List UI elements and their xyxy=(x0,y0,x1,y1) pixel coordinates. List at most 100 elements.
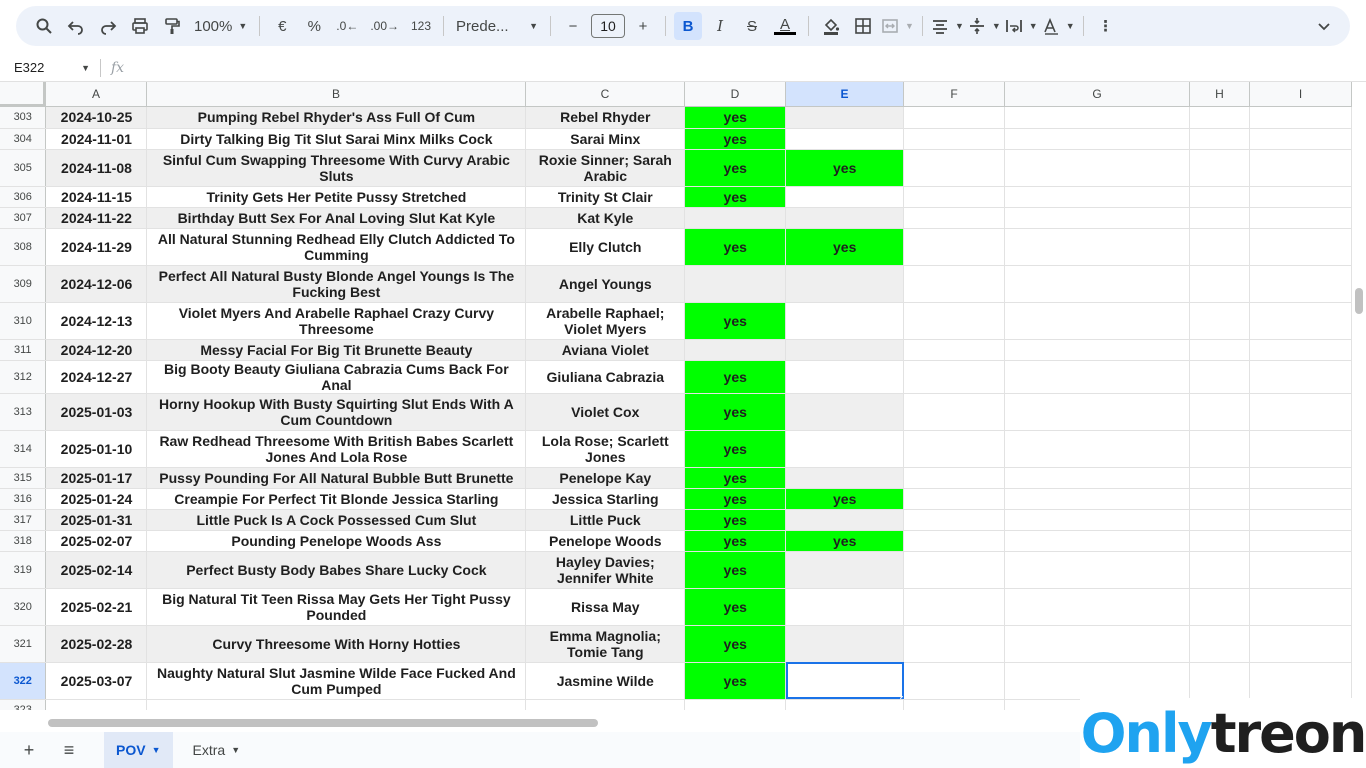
decrease-font-size-button[interactable]: − xyxy=(559,12,587,40)
cell-i[interactable] xyxy=(1249,360,1352,394)
cell-b[interactable]: Perfect All Natural Busty Blonde Angel Y… xyxy=(146,265,527,303)
cell-b[interactable]: All Natural Stunning Redhead Elly Clutch… xyxy=(146,228,527,266)
cell-h[interactable] xyxy=(1189,128,1250,150)
merge-cells-icon[interactable]: ▼ xyxy=(881,12,914,40)
cell-f[interactable] xyxy=(903,488,1006,510)
cell-c[interactable]: Roxie Sinner; Sarah Arabic xyxy=(525,149,686,187)
cell-g[interactable] xyxy=(1004,625,1191,663)
cell-h[interactable] xyxy=(1189,228,1250,266)
cell-d[interactable]: yes xyxy=(684,128,787,150)
cell-c[interactable]: Angel Youngs xyxy=(525,265,686,303)
cell-b[interactable]: Horny Hookup With Busty Squirting Slut E… xyxy=(146,393,527,431)
cell-f[interactable] xyxy=(903,430,1006,468)
cell-d[interactable]: yes xyxy=(684,149,787,187)
column-header-i[interactable]: I xyxy=(1250,82,1352,107)
cell-g[interactable] xyxy=(1004,302,1191,340)
cell-a[interactable]: 2024-11-01 xyxy=(45,128,148,150)
cell-h[interactable] xyxy=(1189,302,1250,340)
cell-c[interactable] xyxy=(525,699,686,710)
cell-d[interactable] xyxy=(684,265,787,303)
row-header[interactable]: 310 xyxy=(0,302,47,340)
row-header[interactable]: 306 xyxy=(0,186,47,208)
cell-f[interactable] xyxy=(903,662,1006,700)
cell-c[interactable]: Penelope Woods xyxy=(525,530,686,552)
cell-h[interactable] xyxy=(1189,186,1250,208)
row-header[interactable]: 309 xyxy=(0,265,47,303)
cell-h[interactable] xyxy=(1189,588,1250,626)
cell-h[interactable] xyxy=(1189,551,1250,589)
cell-a[interactable]: 2024-12-20 xyxy=(45,339,148,361)
currency-format-button[interactable]: € xyxy=(268,12,296,40)
row-header[interactable]: 316 xyxy=(0,488,47,510)
column-header-d[interactable]: D xyxy=(685,82,786,107)
cell-d[interactable]: yes xyxy=(684,625,787,663)
row-header[interactable]: 317 xyxy=(0,509,47,531)
cell-i[interactable] xyxy=(1249,551,1352,589)
cell-c[interactable]: Kat Kyle xyxy=(525,207,686,229)
cell-b[interactable] xyxy=(146,699,527,710)
cell-g[interactable] xyxy=(1004,530,1191,552)
cell-f[interactable] xyxy=(903,149,1006,187)
cell-f[interactable] xyxy=(903,207,1006,229)
cell-f[interactable] xyxy=(903,393,1006,431)
text-color-button[interactable]: A xyxy=(770,12,800,40)
cell-b[interactable]: Pounding Penelope Woods Ass xyxy=(146,530,527,552)
cell-d[interactable]: yes xyxy=(684,509,787,531)
column-header-b[interactable]: B xyxy=(147,82,526,107)
cell-b[interactable]: Naughty Natural Slut Jasmine Wilde Face … xyxy=(146,662,527,700)
text-wrapping-icon[interactable]: ▼ xyxy=(1005,12,1038,40)
vertical-scrollbar[interactable] xyxy=(1352,82,1366,710)
cell-i[interactable] xyxy=(1249,509,1352,531)
cell-e[interactable] xyxy=(785,588,905,626)
cell-a[interactable]: 2024-11-22 xyxy=(45,207,148,229)
cell-c[interactable]: Jessica Starling xyxy=(525,488,686,510)
cell-d[interactable]: yes xyxy=(684,588,787,626)
cell-i[interactable] xyxy=(1249,265,1352,303)
row-header[interactable]: 311 xyxy=(0,339,47,361)
cell-h[interactable] xyxy=(1189,662,1250,700)
cell-c[interactable]: Sarai Minx xyxy=(525,128,686,150)
fill-color-icon[interactable] xyxy=(817,12,845,40)
cell-e[interactable] xyxy=(785,662,905,700)
cell-i[interactable] xyxy=(1249,430,1352,468)
cell-e[interactable] xyxy=(785,107,905,129)
column-header-c[interactable]: C xyxy=(526,82,685,107)
print-icon[interactable] xyxy=(126,12,154,40)
cell-b[interactable]: Pussy Pounding For All Natural Bubble Bu… xyxy=(146,467,527,489)
cell-a[interactable]: 2025-02-28 xyxy=(45,625,148,663)
cell-a[interactable]: 2025-01-31 xyxy=(45,509,148,531)
select-all-corner[interactable] xyxy=(0,82,46,107)
cell-f[interactable] xyxy=(903,228,1006,266)
fill-handle[interactable] xyxy=(900,695,903,698)
cell-d[interactable]: yes xyxy=(684,530,787,552)
vertical-align-icon[interactable]: ▼ xyxy=(968,12,1001,40)
cell-a[interactable]: 2024-12-27 xyxy=(45,360,148,394)
cell-d[interactable]: yes xyxy=(684,228,787,266)
row-header[interactable]: 319 xyxy=(0,551,47,589)
cell-d[interactable] xyxy=(684,207,787,229)
cell-d[interactable]: yes xyxy=(684,430,787,468)
horizontal-align-icon[interactable]: ▼ xyxy=(931,12,964,40)
row-header[interactable]: 320 xyxy=(0,588,47,626)
cell-f[interactable] xyxy=(903,467,1006,489)
cell-i[interactable] xyxy=(1249,302,1352,340)
cell-g[interactable] xyxy=(1004,467,1191,489)
horizontal-scroll-thumb[interactable] xyxy=(48,719,598,727)
cell-h[interactable] xyxy=(1189,430,1250,468)
row-header[interactable]: 313 xyxy=(0,393,47,431)
cell-i[interactable] xyxy=(1249,107,1352,129)
cell-b[interactable]: Dirty Talking Big Tit Slut Sarai Minx Mi… xyxy=(146,128,527,150)
cell-a[interactable]: 2024-11-29 xyxy=(45,228,148,266)
cell-e[interactable] xyxy=(785,339,905,361)
row-header[interactable]: 318 xyxy=(0,530,47,552)
cell-b[interactable]: Big Natural Tit Teen Rissa May Gets Her … xyxy=(146,588,527,626)
cell-f[interactable] xyxy=(903,509,1006,531)
cell-c[interactable]: Jasmine Wilde xyxy=(525,662,686,700)
row-header[interactable]: 322 xyxy=(0,662,47,700)
cell-f[interactable] xyxy=(903,339,1006,361)
cell-e[interactable] xyxy=(785,186,905,208)
cell-i[interactable] xyxy=(1249,467,1352,489)
cell-i[interactable] xyxy=(1249,149,1352,187)
cell-b[interactable]: Violet Myers And Arabelle Raphael Crazy … xyxy=(146,302,527,340)
column-header-e[interactable]: E xyxy=(786,82,904,107)
